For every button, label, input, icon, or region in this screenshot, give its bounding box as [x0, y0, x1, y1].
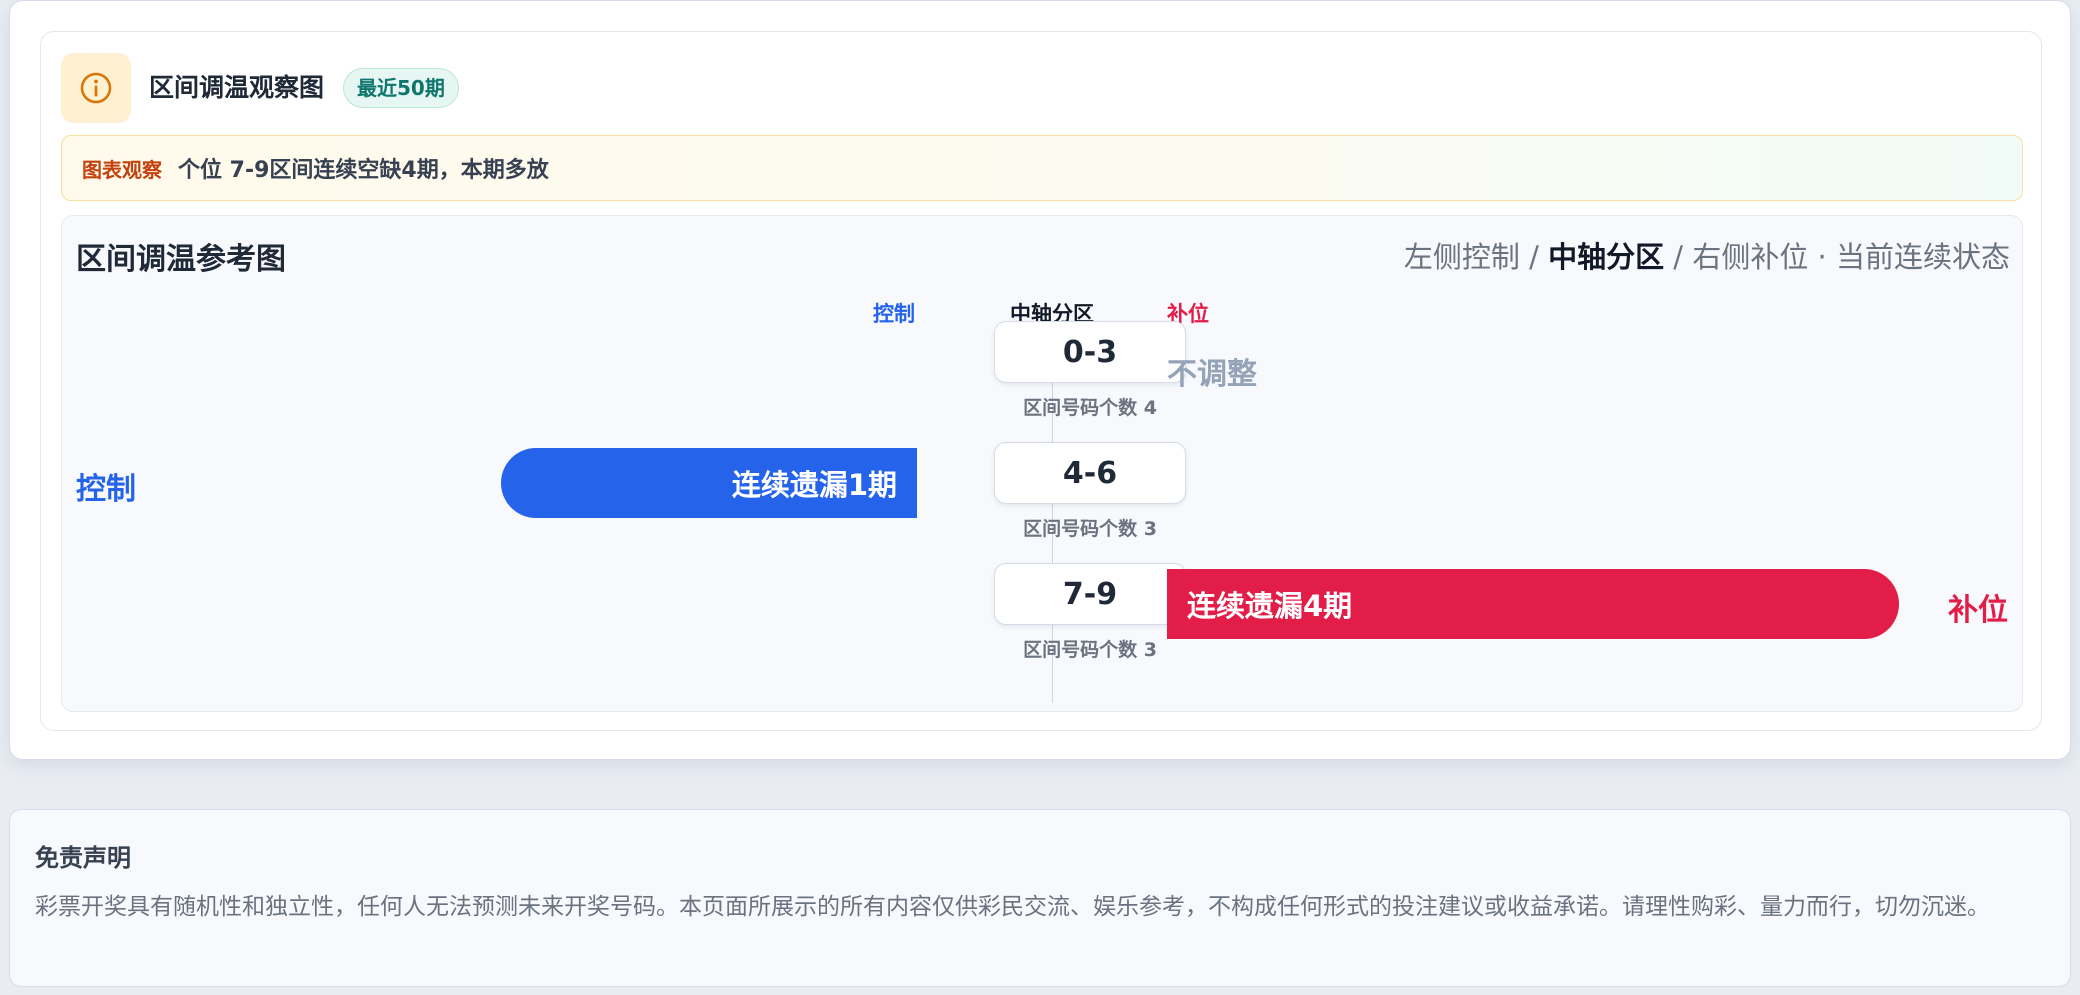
column-label-control: 控制 [873, 302, 915, 326]
zone-count-label: 区间号码个数 3 [1023, 518, 1157, 540]
zone-box-0-3: 0-3 [994, 321, 1186, 383]
legend-separator: / [1519, 240, 1549, 274]
side-label-fill: 补位 [1948, 593, 2008, 628]
reference-chart-panel: 区间调温参考图 左侧控制 / 中轴分区 / 右侧补位 · 当前连续状态 控制 中… [61, 215, 2023, 712]
fill-bar: 连续遗漏4期 [1167, 569, 1899, 639]
zone-count-label: 区间号码个数 4 [1023, 397, 1157, 419]
chart-title: 区间调温参考图 [76, 242, 286, 277]
control-bar: 连续遗漏1期 [501, 448, 917, 518]
no-adjust-label: 不调整 [1167, 357, 1257, 392]
disclaimer-text: 彩票开奖具有随机性和独立性，任何人无法预测未来开奖号码。本页面所展示的所有内容仅… [35, 894, 1990, 920]
chart-card: 区间调温观察图 最近50期 图表观察 个位 7-9区间连续空缺4期，本期多放 区… [40, 31, 2042, 731]
observation-banner: 图表观察 个位 7-9区间连续空缺4期，本期多放 [61, 135, 2023, 201]
legend-right: 右侧补位 [1692, 240, 1809, 274]
zone-box-4-6: 4-6 [994, 442, 1186, 504]
legend-separator: / [1664, 240, 1693, 274]
observation-tag: 图表观察 [82, 157, 162, 182]
zone-count-label: 区间号码个数 3 [1023, 639, 1157, 661]
disclaimer-title: 免责声明 [35, 844, 131, 872]
chart-legend: 左侧控制 / 中轴分区 / 右侧补位 · 当前连续状态 [1404, 234, 2010, 276]
observation-text: 个位 7-9区间连续空缺4期，本期多放 [178, 158, 549, 183]
side-label-control: 控制 [76, 472, 136, 507]
legend-tail: 当前连续状态 [1835, 240, 2010, 274]
page-title: 区间调温观察图 [149, 73, 325, 102]
disclaimer-panel: 免责声明 彩票开奖具有随机性和独立性，任何人无法预测未来开奖号码。本页面所展示的… [9, 809, 2071, 987]
zone-box-7-9: 7-9 [994, 563, 1186, 625]
period-badge: 最近50期 [343, 68, 459, 108]
zone-temperature-card: 区间调温观察图 最近50期 图表观察 个位 7-9区间连续空缺4期，本期多放 区… [9, 0, 2071, 760]
legend-left: 左侧控制 [1403, 240, 1520, 274]
info-circle-icon [61, 53, 131, 123]
legend-dot: · [1808, 240, 1836, 274]
legend-middle: 中轴分区 [1548, 240, 1665, 274]
